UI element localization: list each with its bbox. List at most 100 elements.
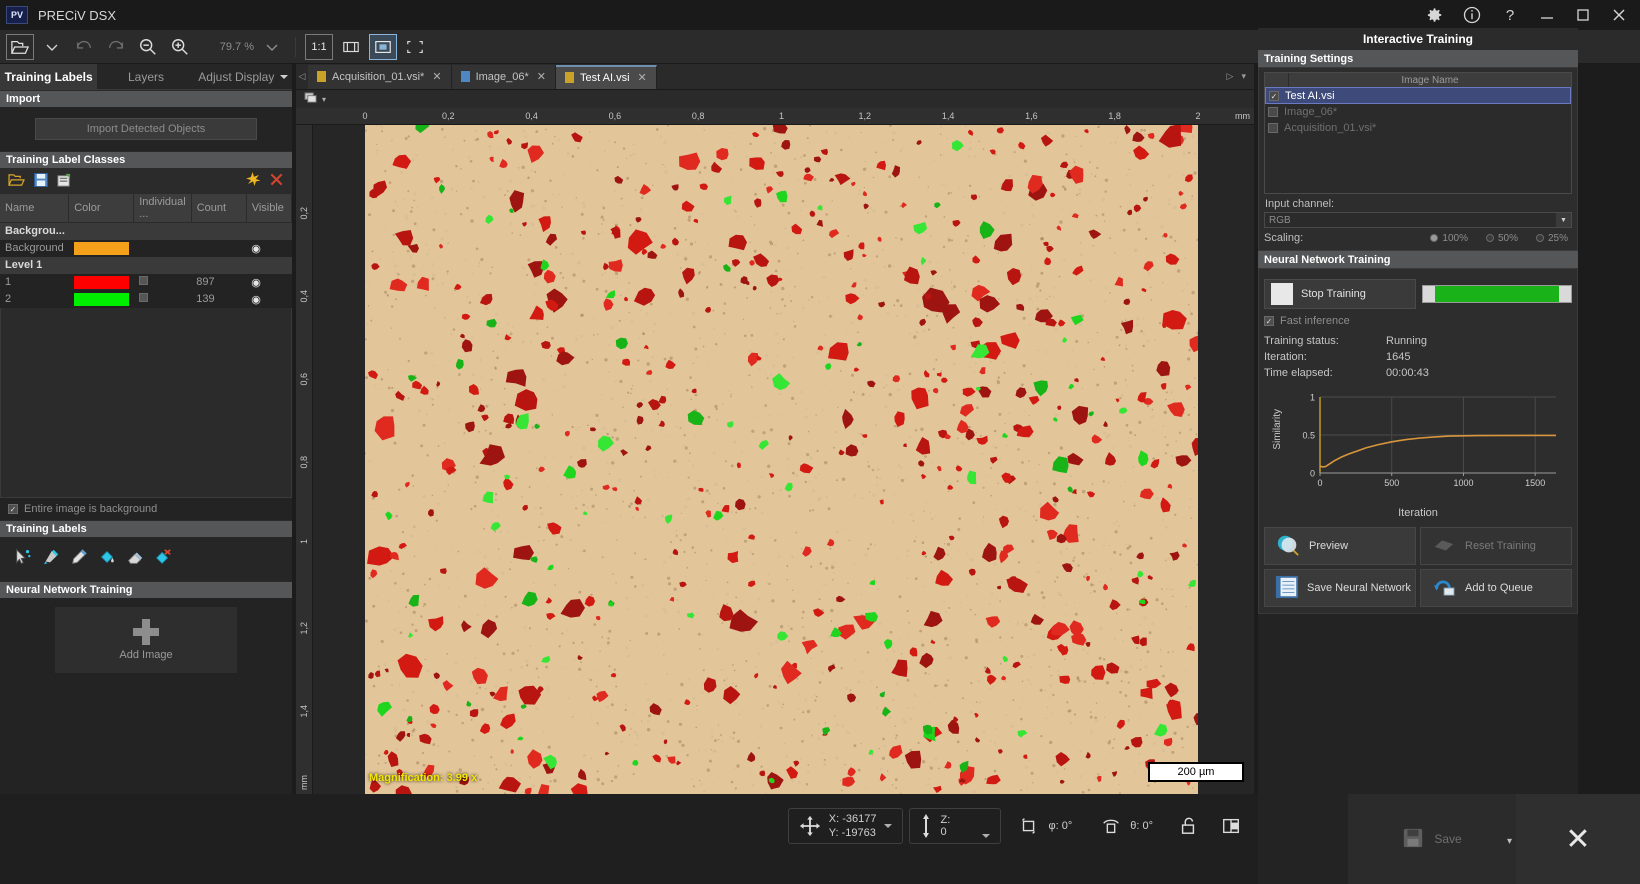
image-canvas[interactable]: Magnification: 3.99 x 200 µm bbox=[313, 125, 1254, 794]
z-dropdown-caret-icon[interactable] bbox=[982, 834, 990, 838]
input-channel-select[interactable]: RGB ▼ bbox=[1264, 212, 1572, 228]
save-dropdown-caret-icon[interactable]: ▾ bbox=[1507, 836, 1512, 847]
scaling-option-25[interactable]: 25% bbox=[1536, 233, 1568, 244]
help-icon[interactable]: ? bbox=[1500, 5, 1520, 25]
tab-scroll-right-icon[interactable]: ▷ bbox=[1227, 71, 1234, 82]
zoom-dropdown-caret-icon[interactable] bbox=[258, 34, 286, 60]
tab-training-labels[interactable]: Training Labels bbox=[0, 64, 97, 89]
add-image-button[interactable]: Add Image bbox=[55, 607, 237, 673]
chevron-down-icon[interactable]: ▼ bbox=[1556, 213, 1571, 227]
class-color-cell[interactable] bbox=[69, 291, 134, 308]
delete-class-icon[interactable] bbox=[269, 172, 284, 190]
class-visible-cell[interactable]: ◉ bbox=[246, 240, 291, 257]
tab-list-caret-icon[interactable]: ▾ bbox=[1241, 71, 1246, 82]
color-swatch[interactable] bbox=[74, 242, 129, 255]
full-screen-icon[interactable] bbox=[401, 34, 429, 60]
zoom-in-icon[interactable] bbox=[166, 34, 194, 60]
class-individual-cell[interactable] bbox=[134, 274, 191, 291]
image-name-column[interactable]: Image Name bbox=[1289, 75, 1571, 86]
zoom-level-value[interactable]: 79.7 % bbox=[198, 41, 254, 53]
fit-width-icon[interactable] bbox=[337, 34, 365, 60]
minimize-icon[interactable] bbox=[1538, 6, 1556, 24]
phi-rotation-control[interactable]: φ: 0° bbox=[1007, 808, 1083, 844]
table-row[interactable]: 2 139 ◉ bbox=[0, 291, 292, 308]
tab-scroll-left-icon[interactable]: ◁ bbox=[296, 71, 308, 82]
close-tab-icon[interactable]: ✕ bbox=[537, 70, 546, 83]
class-color-cell[interactable] bbox=[69, 274, 134, 291]
eraser-icon[interactable] bbox=[126, 548, 144, 569]
pointer-select-icon[interactable] bbox=[14, 548, 32, 569]
table-row[interactable]: Background ◉ bbox=[0, 240, 292, 257]
open-dropdown-caret-icon[interactable] bbox=[38, 34, 66, 60]
document-tab-test-ai[interactable]: Test AI.vsi ✕ bbox=[556, 65, 657, 89]
individual-checkbox[interactable] bbox=[139, 293, 148, 302]
image-checkbox[interactable]: ✓ bbox=[1269, 91, 1279, 101]
redo-icon[interactable] bbox=[102, 34, 130, 60]
column-color[interactable]: Color bbox=[69, 194, 134, 223]
add-to-queue-button[interactable]: Add to Queue bbox=[1420, 569, 1572, 607]
preview-button[interactable]: Preview bbox=[1264, 527, 1416, 565]
column-individual[interactable]: Individual ... bbox=[134, 194, 191, 223]
fast-inference-row[interactable]: ✓ Fast inference bbox=[1264, 315, 1572, 327]
column-count[interactable]: Count bbox=[191, 194, 246, 223]
xy-position-control[interactable]: X: -36177 Y: -19763 bbox=[788, 808, 904, 844]
theta-rotation-control[interactable]: θ: 0° bbox=[1089, 808, 1164, 844]
document-tab-acquisition-01[interactable]: Acquisition_01.vsi* ✕ bbox=[308, 65, 452, 89]
close-tab-icon[interactable]: ✕ bbox=[432, 70, 441, 83]
document-tab-image-06[interactable]: Image_06* ✕ bbox=[452, 65, 556, 89]
import-detected-objects-button[interactable]: Import Detected Objects bbox=[35, 118, 257, 140]
image-checkbox[interactable] bbox=[1268, 123, 1278, 133]
entire-image-background-row[interactable]: ✓ Entire image is background bbox=[0, 498, 292, 520]
close-training-button[interactable]: ✕ bbox=[1516, 794, 1640, 884]
info-icon[interactable] bbox=[1462, 5, 1482, 25]
close-icon[interactable] bbox=[1610, 6, 1628, 24]
individual-checkbox[interactable] bbox=[139, 276, 148, 285]
zoom-out-icon[interactable] bbox=[134, 34, 162, 60]
column-visible[interactable]: Visible bbox=[246, 194, 291, 223]
class-list-empty-area[interactable] bbox=[0, 308, 292, 498]
xy-dropdown-caret-icon[interactable] bbox=[884, 824, 892, 828]
eye-icon[interactable]: ◉ bbox=[251, 294, 261, 306]
tab-adjust-display[interactable]: Adjust Display bbox=[195, 64, 292, 89]
new-class-icon[interactable] bbox=[245, 172, 260, 190]
class-color-cell[interactable] bbox=[69, 240, 134, 257]
stop-training-button[interactable]: Stop Training bbox=[1264, 279, 1416, 309]
bucket-clear-icon[interactable] bbox=[154, 548, 172, 569]
eye-icon[interactable]: ◉ bbox=[251, 243, 261, 255]
brush-icon[interactable] bbox=[42, 548, 60, 569]
table-group-row[interactable]: Backgrou... bbox=[0, 223, 292, 240]
zoom-1to1-button[interactable]: 1:1 bbox=[305, 34, 333, 60]
maximize-icon[interactable] bbox=[1574, 6, 1592, 24]
layer-stack-icon[interactable] bbox=[304, 92, 318, 107]
open-folder-icon[interactable] bbox=[6, 34, 34, 60]
gear-icon[interactable] bbox=[1422, 4, 1444, 26]
load-classes-icon[interactable] bbox=[8, 173, 25, 190]
image-list[interactable]: Image Name ✓ Test AI.vsi Image_06* Acqui… bbox=[1264, 72, 1572, 194]
class-visible-cell[interactable]: ◉ bbox=[246, 291, 291, 308]
eye-icon[interactable]: ◉ bbox=[251, 277, 261, 289]
class-individual-cell[interactable] bbox=[134, 291, 191, 308]
color-swatch[interactable] bbox=[74, 276, 129, 289]
save-classes-icon[interactable] bbox=[34, 173, 48, 190]
fast-inference-checkbox[interactable]: ✓ bbox=[1264, 316, 1274, 326]
table-row[interactable]: 1 897 ◉ bbox=[0, 274, 292, 291]
microscopy-image[interactable] bbox=[365, 125, 1198, 794]
image-list-item-acquisition-01[interactable]: Acquisition_01.vsi* bbox=[1265, 120, 1571, 136]
reset-training-button[interactable]: Reset Training bbox=[1420, 527, 1572, 565]
column-name[interactable]: Name bbox=[0, 194, 69, 223]
stage-lock-button[interactable] bbox=[1170, 808, 1206, 844]
scaling-option-50[interactable]: 50% bbox=[1486, 233, 1518, 244]
entire-image-background-checkbox[interactable]: ✓ bbox=[8, 504, 18, 514]
scaling-option-100[interactable]: 100% bbox=[1430, 233, 1468, 244]
undo-icon[interactable] bbox=[70, 34, 98, 60]
class-visible-cell[interactable]: ◉ bbox=[246, 274, 291, 291]
class-individual-cell[interactable] bbox=[134, 240, 191, 257]
image-list-item-image-06[interactable]: Image_06* bbox=[1265, 104, 1571, 120]
color-swatch[interactable] bbox=[74, 293, 129, 306]
export-classes-icon[interactable] bbox=[57, 173, 72, 190]
fill-bucket-icon[interactable] bbox=[98, 548, 116, 569]
save-neural-network-button[interactable]: Save Neural Network bbox=[1264, 569, 1416, 607]
snapshot-button[interactable] bbox=[1212, 808, 1250, 844]
tab-layers[interactable]: Layers bbox=[97, 64, 194, 89]
fit-page-icon[interactable] bbox=[369, 34, 397, 60]
